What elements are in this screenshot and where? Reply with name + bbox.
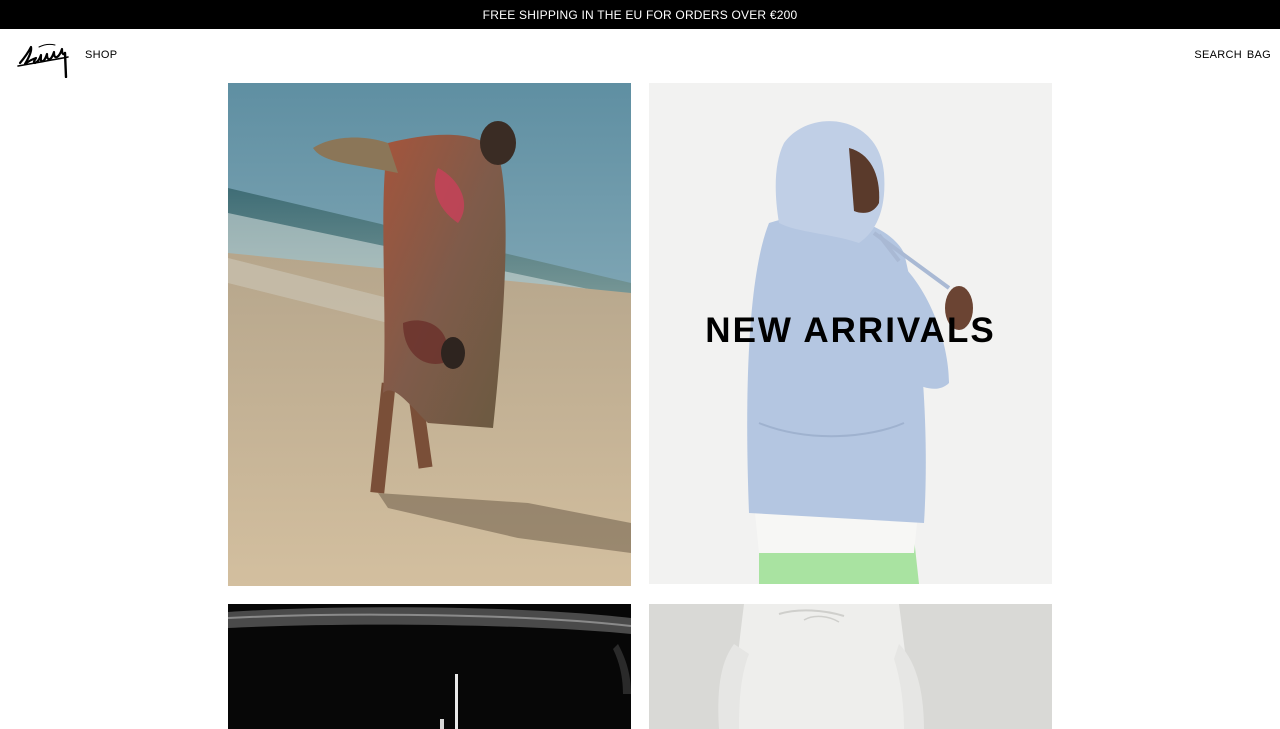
stussy-logo-icon: [17, 43, 69, 79]
site-header: SHOP SEARCH BAG: [0, 29, 1280, 83]
white-sweatshirt-model-photo: [649, 604, 1052, 729]
announcement-text: FREE SHIPPING IN THE EU FOR ORDERS OVER …: [482, 7, 798, 22]
product-tile-surf[interactable]: [228, 604, 631, 729]
stussy-logo[interactable]: [17, 41, 69, 79]
surfboard-dark-photo: [228, 604, 631, 729]
nav-bag-link[interactable]: BAG: [1247, 49, 1271, 61]
beach-model-photo: [228, 83, 631, 586]
nav-search-link[interactable]: SEARCH: [1194, 49, 1242, 61]
blue-hoodie-model-photo: [649, 83, 1052, 584]
product-tile-sweatshirt[interactable]: [649, 604, 1052, 729]
product-tile-beach[interactable]: [228, 83, 631, 586]
new-arrivals-tile[interactable]: NEW ARRIVALS: [649, 83, 1052, 584]
announcement-bar: FREE SHIPPING IN THE EU FOR ORDERS OVER …: [0, 0, 1280, 29]
nav-shop-link[interactable]: SHOP: [85, 49, 117, 61]
